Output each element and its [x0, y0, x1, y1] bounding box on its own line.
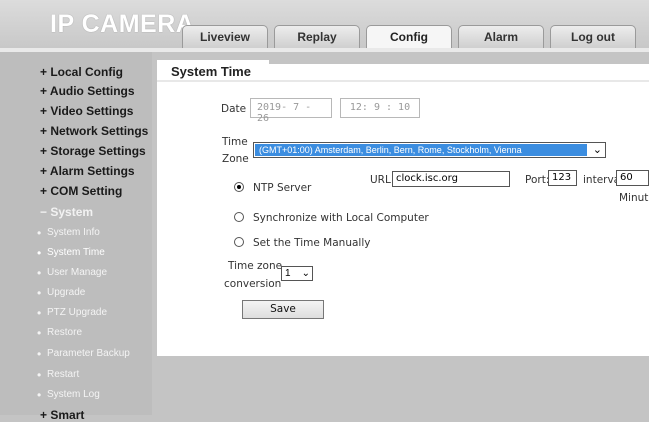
sync-local-radio[interactable]: [234, 212, 244, 222]
app-logo: IP CAMERA: [50, 10, 195, 38]
port-label: Port:: [525, 174, 550, 186]
tab-logout[interactable]: Log out: [550, 25, 636, 48]
time-zone-selected-value: (GMT+01:00) Amsterdam, Berlin, Bern, Rom…: [255, 144, 587, 156]
tz-conversion-label-line1: Time zone: [228, 260, 283, 272]
sidebar-sub-upgrade[interactable]: Upgrade: [37, 286, 85, 300]
time-zone-label-line2: Zone: [222, 153, 249, 165]
ntp-server-radio[interactable]: [234, 182, 244, 192]
date-field[interactable]: 2019- 7 - 26: [250, 98, 332, 124]
sidebar-item-com-setting[interactable]: + COM Setting: [40, 184, 122, 198]
minute-label: Minute: [619, 192, 649, 204]
sidebar-item-network-settings[interactable]: + Network Settings: [40, 124, 148, 138]
sidebar-sub-system-time[interactable]: System Time: [37, 246, 105, 260]
date-label: Date: [221, 103, 247, 115]
sidebar: + Local Config + Audio Settings + Video …: [0, 52, 152, 422]
sidebar-sub-restart[interactable]: Restart: [37, 368, 79, 382]
ntp-server-label: NTP Server: [253, 182, 312, 194]
sidebar-sub-system-info[interactable]: System Info: [37, 226, 100, 240]
tz-conversion-label-line2: conversion: [224, 278, 282, 290]
tz-conversion-value: 1: [285, 268, 291, 279]
tab-alarm[interactable]: Alarm: [458, 25, 544, 48]
sidebar-item-storage-settings[interactable]: + Storage Settings: [40, 144, 146, 158]
tab-replay[interactable]: Replay: [274, 25, 360, 48]
ntp-url-input[interactable]: clock.isc.org: [392, 171, 510, 187]
ntp-interval-input[interactable]: 60: [616, 170, 649, 186]
sidebar-item-alarm-settings[interactable]: + Alarm Settings: [40, 164, 135, 178]
save-button[interactable]: Save: [242, 300, 324, 319]
tz-conversion-select[interactable]: 1 ⌄: [281, 266, 313, 281]
sidebar-item-local-config[interactable]: + Local Config: [40, 65, 123, 79]
chevron-down-icon: ⌄: [301, 268, 310, 279]
time-zone-label-line1: Time: [222, 136, 248, 148]
sidebar-item-video-settings[interactable]: + Video Settings: [40, 104, 133, 118]
panel-divider: [157, 80, 649, 82]
manual-time-label: Set the Time Manually: [253, 237, 371, 249]
header-bar: IP CAMERA Liveview Replay Config Alarm L…: [0, 0, 649, 49]
sidebar-sub-user-manage[interactable]: User Manage: [37, 266, 107, 280]
sidebar-item-smart[interactable]: + Smart: [40, 408, 84, 422]
sidebar-sub-system-log[interactable]: System Log: [37, 388, 100, 402]
ntp-port-input[interactable]: 123: [548, 170, 577, 186]
sidebar-sub-restore[interactable]: Restore: [37, 326, 82, 340]
sync-local-label: Synchronize with Local Computer: [253, 212, 429, 224]
sidebar-item-audio-settings[interactable]: + Audio Settings: [40, 84, 135, 98]
sidebar-sub-parameter-backup[interactable]: Parameter Backup: [37, 347, 130, 361]
tab-config[interactable]: Config: [366, 25, 452, 49]
manual-time-radio[interactable]: [234, 237, 244, 247]
time-zone-select[interactable]: (GMT+01:00) Amsterdam, Berlin, Bern, Rom…: [253, 142, 606, 158]
sidebar-sub-ptz-upgrade[interactable]: PTZ Upgrade: [37, 306, 107, 320]
time-field[interactable]: 12: 9 : 10: [340, 98, 420, 118]
chevron-down-icon: ⌄: [592, 144, 602, 156]
tab-liveview[interactable]: Liveview: [182, 25, 268, 48]
url-label: URL:: [370, 174, 395, 186]
sidebar-item-system[interactable]: − System: [40, 205, 93, 219]
